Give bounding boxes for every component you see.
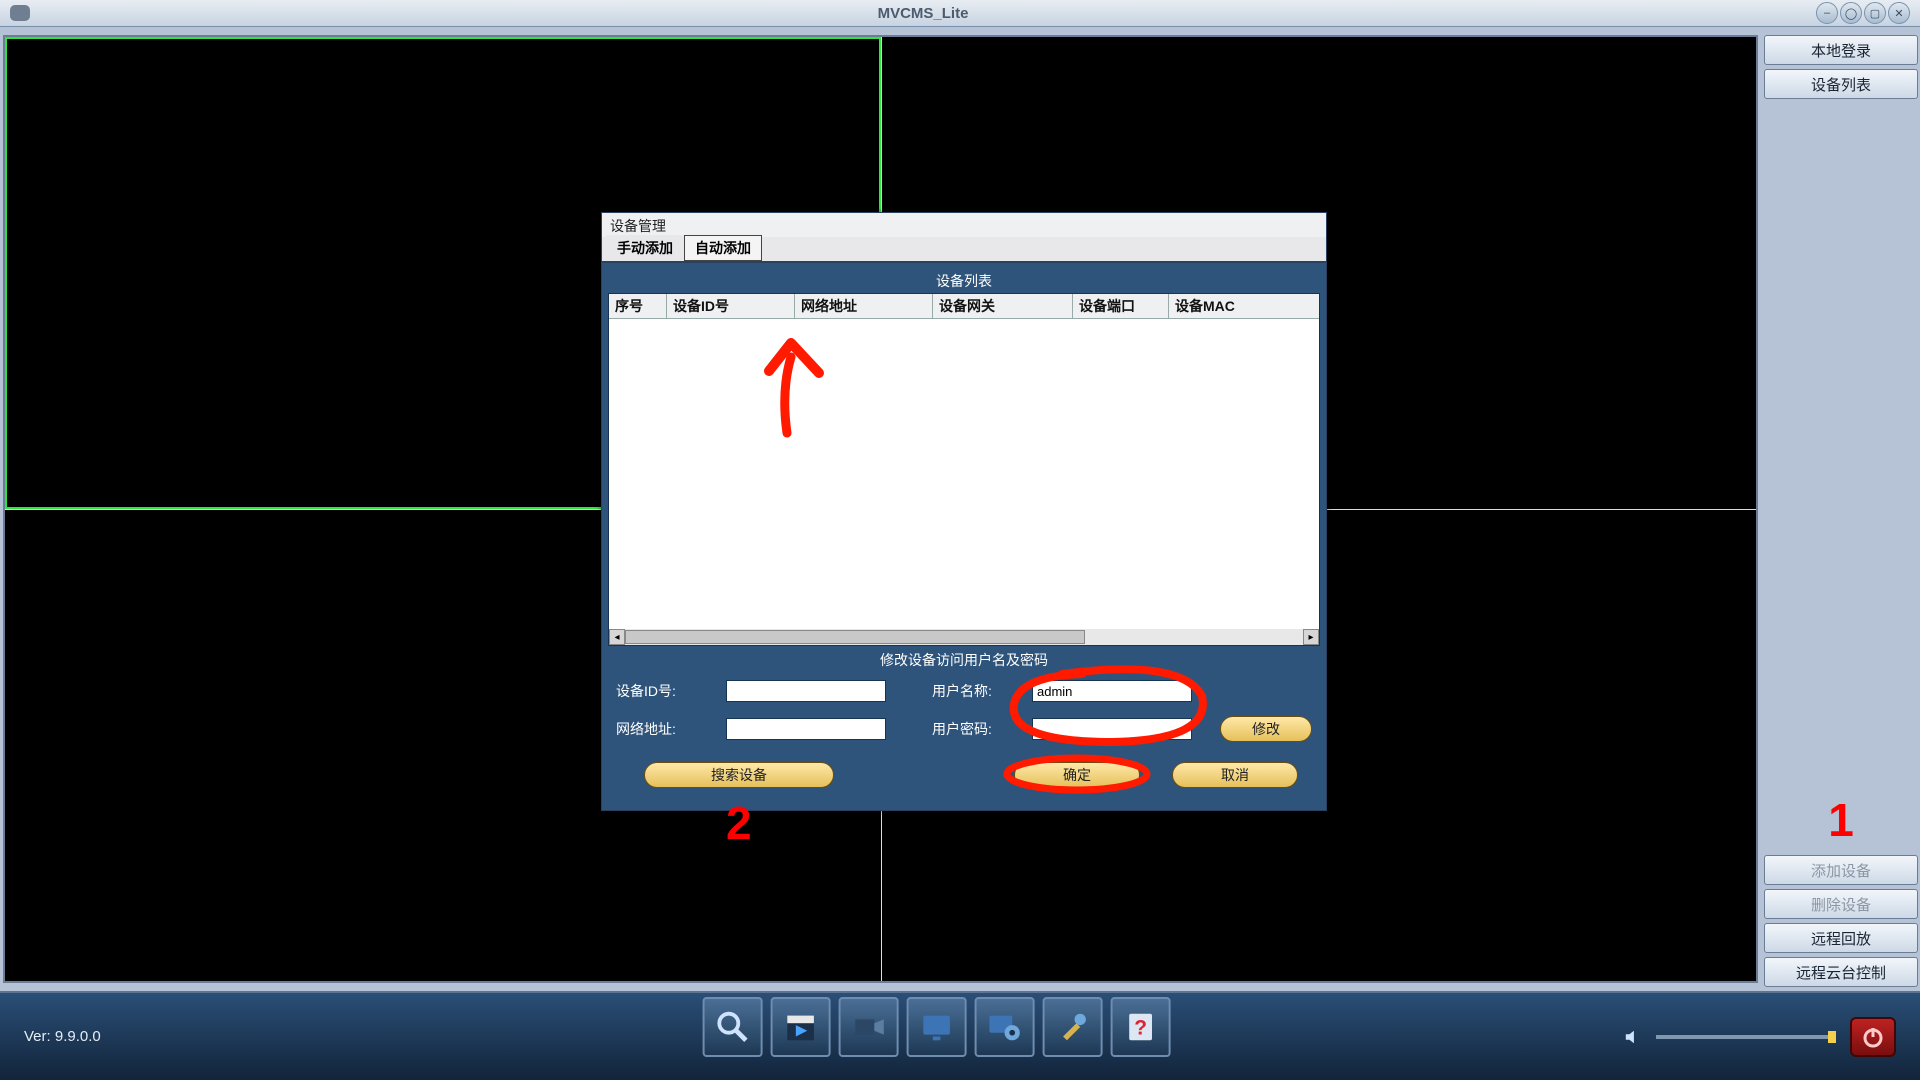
clapper-icon bbox=[782, 1008, 820, 1046]
svg-text:?: ? bbox=[1134, 1017, 1147, 1040]
help-icon: ? bbox=[1122, 1008, 1160, 1046]
power-button[interactable] bbox=[1850, 1017, 1896, 1057]
label-net-addr: 网络地址: bbox=[616, 719, 726, 739]
label-password: 用户密码: bbox=[932, 719, 1032, 739]
window-button-2[interactable]: ◯ bbox=[1840, 2, 1862, 24]
side-panel: 本地登录 设备列表 1 添加设备 删除设备 远程回放 远程云台控制 bbox=[1762, 27, 1920, 991]
annotation-arrow bbox=[749, 333, 839, 443]
search-icon bbox=[714, 1008, 752, 1046]
scroll-left-button[interactable]: ◂ bbox=[609, 629, 625, 645]
dialog-body: 设备列表 序号 设备ID号 网络地址 设备网关 设备端口 设备MAC ◂ ▸ bbox=[602, 263, 1326, 810]
col-gateway[interactable]: 设备网关 bbox=[933, 294, 1073, 318]
scroll-thumb[interactable] bbox=[625, 630, 1085, 644]
tab-auto-add[interactable]: 自动添加 bbox=[684, 235, 762, 261]
toolbar-pc-settings-button[interactable] bbox=[975, 997, 1035, 1057]
dialog-title: 设备管理 bbox=[602, 213, 1326, 237]
toolbar-search-button[interactable] bbox=[703, 997, 763, 1057]
label-device-id: 设备ID号: bbox=[616, 681, 726, 701]
delete-device-button[interactable]: 删除设备 bbox=[1764, 889, 1918, 919]
speaker-icon bbox=[1624, 1028, 1642, 1046]
add-device-button[interactable]: 添加设备 bbox=[1764, 855, 1918, 885]
close-button[interactable]: ✕ bbox=[1888, 2, 1910, 24]
col-device-id[interactable]: 设备ID号 bbox=[667, 294, 795, 318]
power-icon bbox=[1861, 1025, 1885, 1049]
modify-button[interactable]: 修改 bbox=[1220, 716, 1312, 742]
bottom-bar: Ver: 9.9.0.0 ? bbox=[0, 991, 1920, 1080]
scroll-track[interactable] bbox=[625, 630, 1303, 644]
pc-settings-icon bbox=[986, 1008, 1024, 1046]
ok-button[interactable]: 确定 bbox=[1014, 762, 1140, 788]
input-net-addr[interactable] bbox=[726, 718, 886, 740]
monitor-icon bbox=[918, 1008, 956, 1046]
version-label: Ver: 9.9.0.0 bbox=[24, 1028, 101, 1045]
col-mac[interactable]: 设备MAC bbox=[1169, 294, 1319, 318]
window-buttons: – ◯ ▢ ✕ bbox=[1816, 2, 1910, 24]
toolbar-record-button[interactable] bbox=[771, 997, 831, 1057]
horizontal-scrollbar[interactable]: ◂ ▸ bbox=[609, 629, 1319, 645]
maximize-button[interactable]: ▢ bbox=[1864, 2, 1886, 24]
minimize-button[interactable]: – bbox=[1816, 2, 1838, 24]
device-list: 序号 设备ID号 网络地址 设备网关 设备端口 设备MAC ◂ ▸ bbox=[608, 293, 1320, 646]
toolbar-monitor-button[interactable] bbox=[907, 997, 967, 1057]
device-list-button[interactable]: 设备列表 bbox=[1764, 69, 1918, 99]
device-list-caption: 设备列表 bbox=[608, 269, 1320, 293]
cancel-button[interactable]: 取消 bbox=[1172, 762, 1298, 788]
titlebar: MVCMS_Lite – ◯ ▢ ✕ bbox=[0, 0, 1920, 27]
app-menu-icon[interactable] bbox=[10, 5, 30, 21]
input-password[interactable] bbox=[1032, 718, 1192, 740]
annotation-number-2: 2 bbox=[726, 796, 752, 850]
col-net-addr[interactable]: 网络地址 bbox=[795, 294, 933, 318]
label-username: 用户名称: bbox=[932, 681, 1032, 701]
remote-playback-button[interactable]: 远程回放 bbox=[1764, 923, 1918, 953]
device-list-header: 序号 设备ID号 网络地址 设备网关 设备端口 设备MAC bbox=[609, 294, 1319, 319]
volume-slider[interactable] bbox=[1656, 1035, 1836, 1039]
scroll-right-button[interactable]: ▸ bbox=[1303, 629, 1319, 645]
device-list-rows[interactable] bbox=[609, 319, 1319, 629]
window-title: MVCMS_Lite bbox=[30, 5, 1816, 22]
edit-form: 设备ID号: 用户名称: 网络地址: 用户密码: 修改 bbox=[608, 674, 1320, 756]
dialog-button-row: 搜索设备 2 确定 取消 bbox=[608, 756, 1320, 804]
col-index[interactable]: 序号 bbox=[609, 294, 667, 318]
volume-thumb[interactable] bbox=[1828, 1031, 1836, 1043]
tab-manual-add[interactable]: 手动添加 bbox=[606, 235, 684, 261]
local-login-button[interactable]: 本地登录 bbox=[1764, 35, 1918, 65]
toolbar-camera-button[interactable] bbox=[839, 997, 899, 1057]
col-port[interactable]: 设备端口 bbox=[1073, 294, 1169, 318]
input-username[interactable] bbox=[1032, 680, 1192, 702]
search-device-button[interactable]: 搜索设备 bbox=[644, 762, 834, 788]
input-device-id[interactable] bbox=[726, 680, 886, 702]
remote-ptz-button[interactable]: 远程云台控制 bbox=[1764, 957, 1918, 987]
device-management-dialog: 设备管理 手动添加 自动添加 设备列表 序号 设备ID号 网络地址 设备网关 设… bbox=[601, 212, 1327, 811]
annotation-number-1: 1 bbox=[1764, 793, 1918, 847]
tools-icon bbox=[1054, 1008, 1092, 1046]
toolbar-help-button[interactable]: ? bbox=[1111, 997, 1171, 1057]
volume-area bbox=[1624, 1017, 1896, 1057]
toolbar: ? bbox=[703, 997, 1171, 1057]
edit-caption: 修改设备访问用户名及密码 bbox=[608, 646, 1320, 674]
toolbar-tools-button[interactable] bbox=[1043, 997, 1103, 1057]
dialog-tabbar: 手动添加 自动添加 bbox=[602, 237, 1326, 263]
camera-icon bbox=[850, 1008, 888, 1046]
